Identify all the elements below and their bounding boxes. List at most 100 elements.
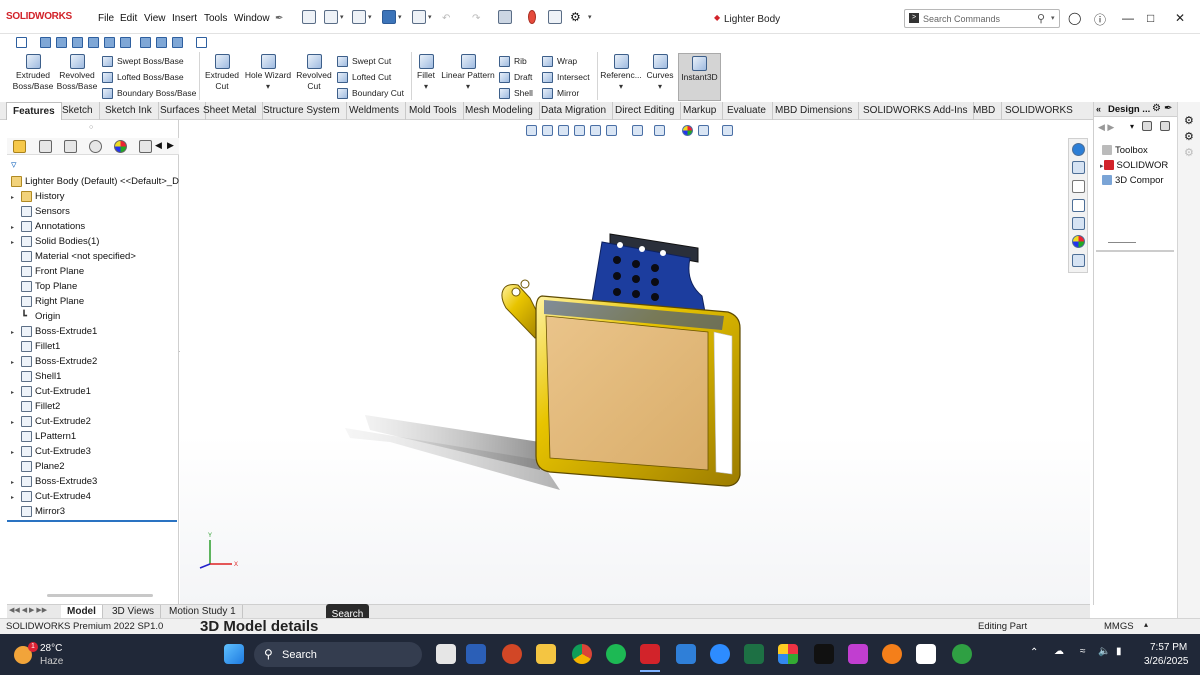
view-cube-icon[interactable] <box>172 37 183 48</box>
tree-item[interactable]: ▸ Boss-Extrude3 <box>11 475 97 490</box>
menu-file[interactable]: File <box>98 13 114 24</box>
collapse-icon[interactable]: « <box>1096 104 1101 114</box>
boundary-boss-button[interactable]: Boundary Boss/Base <box>102 86 196 102</box>
help-icon[interactable]: ⓘ <box>1094 11 1106 28</box>
solidworks-resources-icon[interactable] <box>1072 143 1085 156</box>
expand-arrow-icon[interactable]: ▸ <box>11 476 21 490</box>
pin-icon[interactable]: ✒ <box>1164 103 1172 114</box>
apply-scene-icon[interactable] <box>698 125 709 136</box>
start-button[interactable] <box>224 644 244 664</box>
chevron-down-icon[interactable]: ▾ <box>644 81 676 92</box>
library-item-toolbox[interactable]: Toolbox <box>1102 145 1178 156</box>
chevron-down-icon[interactable]: ▾ <box>398 13 402 21</box>
navigation-arrows[interactable]: ◀ ▶ <box>1098 122 1114 133</box>
panel-grip-icon[interactable]: ○ <box>89 124 93 131</box>
tab-model[interactable]: Model <box>61 605 103 619</box>
store-icon[interactable] <box>778 644 798 664</box>
tree-item[interactable]: Mirror3 <box>11 505 65 520</box>
hole-wizard-button[interactable]: Hole Wizard ▾ <box>243 54 293 92</box>
tree-root[interactable]: Lighter Body (Default) <<Default>_D <box>11 175 179 190</box>
tree-item[interactable]: ▸ Cut-Extrude2 <box>11 415 91 430</box>
tab-mold-tools[interactable]: Mold Tools <box>403 102 464 120</box>
revolved-boss-button[interactable]: Revolved Boss/Base <box>56 54 98 92</box>
traffic-light-icon[interactable] <box>528 10 536 24</box>
tab-3d-views[interactable]: 3D Views <box>106 605 162 619</box>
task-view-icon[interactable] <box>436 644 456 664</box>
menu-insert[interactable]: Insert <box>172 13 197 24</box>
tab-direct-editing[interactable]: Direct Editing <box>609 102 682 120</box>
workbench-icon[interactable] <box>814 644 834 664</box>
expand-arrow-icon[interactable]: ▸ <box>11 356 21 370</box>
horizontal-scrollbar[interactable] <box>47 594 153 597</box>
gear-icon[interactable]: ⚙ <box>1184 130 1194 143</box>
tab-sheet-metal[interactable]: Sheet Metal <box>197 102 264 120</box>
library-item-3d-components[interactable]: 3D Compor <box>1102 175 1178 186</box>
expand-arrow-icon[interactable]: ▸ <box>11 416 21 430</box>
gear-icon[interactable]: ⚙ <box>1152 103 1161 114</box>
chevron-up-icon[interactable]: ⌃ <box>1030 647 1038 658</box>
close-button[interactable]: ✕ <box>1175 11 1185 25</box>
pin-icon[interactable]: ✒ <box>275 13 283 24</box>
new-document-icon[interactable] <box>324 10 338 24</box>
photos-icon[interactable] <box>848 644 868 664</box>
tree-item[interactable]: ▸ Cut-Extrude3 <box>11 445 91 460</box>
view-cube-icon[interactable] <box>120 37 131 48</box>
display-style-icon[interactable] <box>632 125 643 136</box>
excel-icon[interactable] <box>744 644 764 664</box>
lofted-cut-button[interactable]: Lofted Cut <box>337 70 391 86</box>
previous-view-icon[interactable] <box>558 125 569 136</box>
instant3d-button[interactable]: Instant3D <box>678 53 721 101</box>
zoom-to-fit-icon[interactable] <box>526 125 537 136</box>
open-folder-icon[interactable] <box>352 10 366 24</box>
tab-scroll-arrows[interactable]: ◀◀ ◀ ▶ ▶▶ <box>9 606 47 614</box>
tree-item[interactable]: ▸ Boss-Extrude2 <box>11 355 97 370</box>
weather-temp[interactable]: 28°C <box>40 643 62 654</box>
tree-item[interactable]: ▸ Boss-Extrude1 <box>11 325 97 340</box>
tab-motion-study[interactable]: Motion Study 1 <box>163 605 243 619</box>
chevron-down-icon[interactable]: ▾ <box>600 81 642 92</box>
tree-item[interactable]: Plane2 <box>11 460 65 475</box>
rollback-bar[interactable] <box>7 520 177 522</box>
minimize-button[interactable]: — <box>1122 11 1134 25</box>
tree-item[interactable]: ▸ Solid Bodies(1) <box>11 235 99 250</box>
tab-sketch[interactable]: Sketch <box>56 102 100 120</box>
filter-icon[interactable]: ▿ <box>11 158 17 171</box>
intersect-button[interactable]: Intersect <box>542 70 590 86</box>
rib-button[interactable]: Rib <box>499 54 527 70</box>
tab-solidworks-add-ins[interactable]: SOLIDWORKS Add-Ins <box>857 102 975 120</box>
file-explorer-icon[interactable] <box>1072 199 1085 212</box>
powerpoint-icon[interactable] <box>502 644 522 664</box>
file-explorer-icon[interactable] <box>536 644 556 664</box>
tab-structure-system[interactable]: Structure System <box>257 102 347 120</box>
tab-weldments[interactable]: Weldments <box>343 102 406 120</box>
library-item-solidworks[interactable]: ▸ SOLIDWOR <box>1100 160 1176 171</box>
tree-item[interactable]: LPattern1 <box>11 430 76 445</box>
feature-manager-icon[interactable] <box>13 140 26 153</box>
appearances-icon[interactable] <box>1072 235 1085 248</box>
menu-tools[interactable]: Tools <box>204 13 227 24</box>
mirror-button[interactable]: Mirror <box>542 86 579 102</box>
tree-item[interactable]: Fillet1 <box>11 340 60 355</box>
fillet-button[interactable]: Fillet ▾ <box>414 54 438 92</box>
design-library-icon[interactable] <box>1072 180 1085 193</box>
tree-item[interactable]: Material <not specified> <box>11 250 136 265</box>
view-cube-icon[interactable] <box>72 37 83 48</box>
view-orientation-icon[interactable] <box>606 125 617 136</box>
print-icon[interactable] <box>412 10 426 24</box>
expand-arrow-icon[interactable]: ▸ <box>11 326 21 340</box>
chevron-down-icon[interactable]: ▾ <box>414 81 438 92</box>
user-icon[interactable]: ◯ <box>1068 11 1081 25</box>
menu-window[interactable]: Window <box>234 13 270 24</box>
tree-item[interactable]: Front Plane <box>11 265 84 280</box>
settings-icon[interactable]: ⚙ <box>1184 146 1194 159</box>
splitter[interactable] <box>1108 242 1136 243</box>
tree-item[interactable]: Shell1 <box>11 370 61 385</box>
onedrive-icon[interactable]: ☁ <box>1054 646 1064 657</box>
tree-item[interactable]: Top Plane <box>11 280 77 295</box>
wrap-button[interactable]: Wrap <box>542 54 577 70</box>
battery-icon[interactable]: ▮ <box>1116 646 1122 657</box>
undo-icon[interactable]: ↶ <box>442 13 450 24</box>
tree-item[interactable]: ┗ Origin <box>11 310 60 325</box>
capcut-icon[interactable] <box>916 644 936 664</box>
curves-button[interactable]: Curves ▾ <box>644 54 676 92</box>
